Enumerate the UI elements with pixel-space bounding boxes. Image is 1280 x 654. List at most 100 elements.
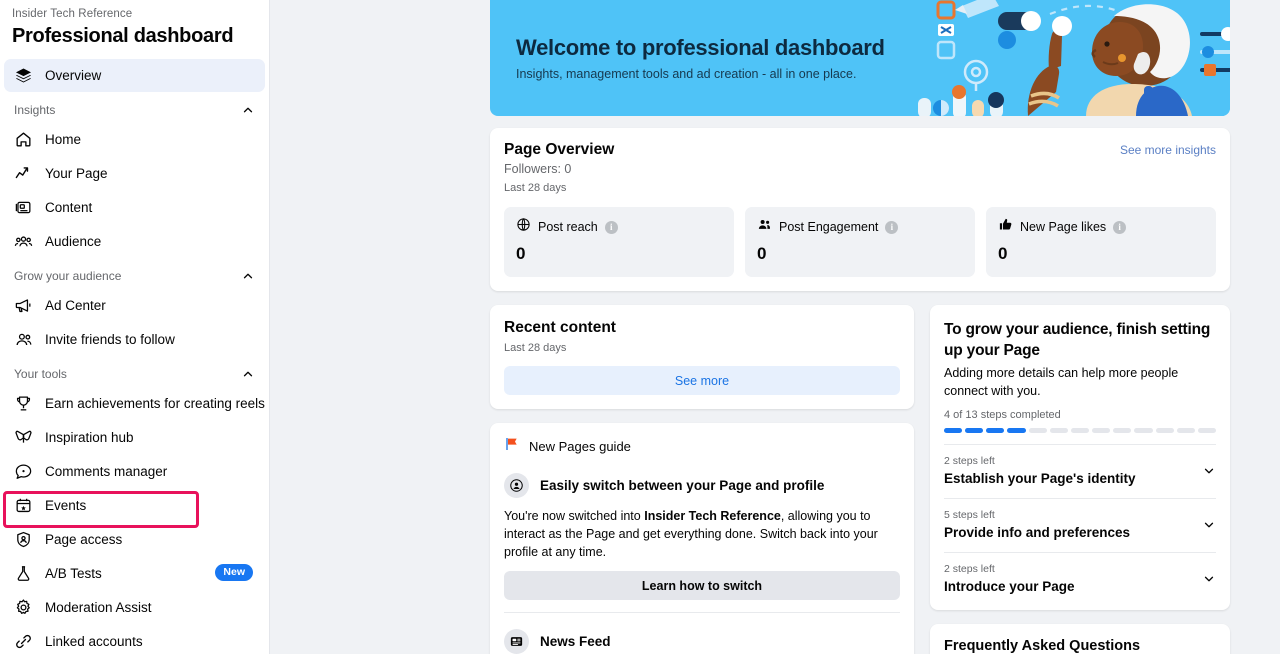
recent-content-card: Recent content Last 28 days See more <box>490 305 914 409</box>
info-icon[interactable]: i <box>885 220 899 234</box>
flag-icon <box>504 436 520 457</box>
sidebar-section-insights[interactable]: Insights <box>4 93 265 123</box>
see-more-button[interactable]: See more <box>504 366 900 395</box>
stat-new-page-likes[interactable]: New Page likes i 0 <box>986 207 1216 277</box>
sidebar-item-label: Page access <box>45 531 123 547</box>
guide-item-title: Easily switch between your Page and prof… <box>540 477 825 493</box>
trend-line-icon <box>14 164 33 183</box>
progress-segment <box>1049 428 1068 433</box>
steps-left: 5 steps left <box>944 509 995 521</box>
guide-item-news-feed: News Feed <box>504 629 900 654</box>
sidebar-item-invite-friends-to-follow[interactable]: Invite friends to follow <box>4 323 265 356</box>
content-icon <box>14 198 33 217</box>
progress-segment <box>1007 428 1026 433</box>
sidebar-item-ad-center[interactable]: Ad Center <box>4 289 265 322</box>
setup-step-info-preferences[interactable]: 5 steps left Provide info and preference… <box>944 499 1216 553</box>
banner-illustration <box>900 0 1230 116</box>
stat-label: New Page likes <box>1020 219 1107 234</box>
stat-post-reach[interactable]: Post reach i 0 <box>504 207 734 277</box>
sidebar-item-moderation-assist[interactable]: Moderation Assist <box>4 591 265 624</box>
steps-left: 2 steps left <box>944 563 995 575</box>
stat-value: 0 <box>757 244 767 263</box>
sidebar-item-label: Content <box>45 199 93 215</box>
comment-icon <box>14 462 33 481</box>
sidebar: Insider Tech Reference Professional dash… <box>0 0 270 654</box>
guide-item-switch: Easily switch between your Page and prof… <box>504 473 900 498</box>
page-title: Professional dashboard <box>12 25 234 47</box>
gear-icon <box>14 598 33 617</box>
main-content: Welcome to professional dashboard Insigh… <box>270 0 1280 654</box>
progress-segment <box>944 428 963 433</box>
body-bold: Insider Tech Reference <box>644 509 781 523</box>
sidebar-section-grow-your-audience[interactable]: Grow your audience <box>4 259 265 289</box>
progress-segment <box>965 428 984 433</box>
sidebar-section-label: Grow your audience <box>14 269 122 283</box>
sidebar-item-label: Moderation Assist <box>45 599 152 615</box>
chevron-down-icon[interactable] <box>1202 518 1216 532</box>
step-label: Introduce your Page <box>944 579 1075 594</box>
sidebar-item-overview[interactable]: Overview <box>4 59 265 92</box>
setup-step-identity[interactable]: 2 steps left Establish your Page's ident… <box>944 445 1216 499</box>
new-pages-guide-card: New Pages guide Easily switch between yo… <box>490 423 914 654</box>
stat-post-engagement[interactable]: Post Engagement i 0 <box>745 207 975 277</box>
sidebar-item-linked-accounts[interactable]: Linked accounts <box>4 625 265 654</box>
banner-subheading: Insights, management tools and ad creati… <box>516 66 857 81</box>
stats-row: Post reach i 0 Post Engagement i 0 New P… <box>504 207 1216 277</box>
sidebar-section-label: Insights <box>14 103 56 117</box>
sidebar-section-label: Your tools <box>14 367 67 381</box>
stat-label: Post Engagement <box>779 219 879 234</box>
thumbs-up-icon <box>998 217 1013 237</box>
sidebar-item-your-page[interactable]: Your Page <box>4 157 265 190</box>
page-name: Insider Tech Reference <box>12 8 133 20</box>
people-icon <box>14 330 33 349</box>
sidebar-item-events[interactable]: Events <box>4 489 265 522</box>
sidebar-item-page-access[interactable]: Page access <box>4 523 265 556</box>
recent-content-title: Recent content <box>504 319 616 336</box>
link-icon <box>14 632 33 651</box>
sidebar-item-earn-achievements[interactable]: Earn achievements for creating reels <box>4 387 265 420</box>
divider <box>504 612 900 613</box>
progress-segment <box>1134 428 1153 433</box>
banner-heading: Welcome to professional dashboard <box>516 34 885 60</box>
learn-how-to-switch-button[interactable]: Learn how to switch <box>504 571 900 600</box>
butterfly-icon <box>14 428 33 447</box>
info-icon[interactable]: i <box>1113 220 1127 234</box>
sidebar-item-label: Your Page <box>45 165 108 181</box>
chevron-up-icon <box>241 269 255 283</box>
sidebar-item-label: Ad Center <box>45 297 106 313</box>
layers-icon <box>14 66 33 85</box>
grow-audience-subtitle: Adding more details can help more people… <box>944 366 1179 398</box>
body-pre: You're now switched into <box>504 509 645 523</box>
home-icon <box>14 130 33 149</box>
chevron-up-icon <box>241 367 255 381</box>
status-badge-new: New <box>215 564 253 581</box>
progress-segment <box>1113 428 1132 433</box>
news-feed-icon <box>504 629 529 654</box>
faq-card[interactable]: Frequently Asked Questions Answers to co… <box>930 624 1230 654</box>
date-range: Last 28 days <box>504 182 567 194</box>
banner-text: Welcome to professional dashboard Insigh… <box>490 34 885 83</box>
page-overview-title: Page Overview <box>504 141 615 158</box>
progress-segment <box>1176 428 1195 433</box>
sidebar-item-comments-manager[interactable]: Comments manager <box>4 455 265 488</box>
followers-count: Followers: 0 <box>504 162 572 176</box>
setup-step-introduce-page[interactable]: 2 steps left Introduce your Page <box>944 553 1216 606</box>
sidebar-item-inspiration-hub[interactable]: Inspiration hub <box>4 421 265 454</box>
see-more-insights-link[interactable]: See more insights <box>1120 142 1216 158</box>
sidebar-item-home[interactable]: Home <box>4 123 265 156</box>
sidebar-section-your-tools[interactable]: Your tools <box>4 357 265 387</box>
stat-value: 0 <box>998 244 1008 263</box>
progress-bar <box>944 428 1217 433</box>
sidebar-item-label: Events <box>45 497 87 513</box>
sidebar-item-content[interactable]: Content <box>4 191 265 224</box>
steps-left: 2 steps left <box>944 455 995 467</box>
stat-label: Post reach <box>538 219 598 234</box>
sidebar-item-label: Earn achievements for creating reels <box>45 395 265 411</box>
chevron-down-icon[interactable] <box>1202 572 1216 586</box>
chevron-down-icon[interactable] <box>1202 464 1216 478</box>
sidebar-item-ab-tests[interactable]: A/B Tests New <box>4 557 265 590</box>
sidebar-item-audience[interactable]: Audience <box>4 225 265 258</box>
sidebar-item-label: Home <box>45 131 82 147</box>
info-icon[interactable]: i <box>604 220 618 234</box>
date-range: Last 28 days <box>504 342 567 354</box>
